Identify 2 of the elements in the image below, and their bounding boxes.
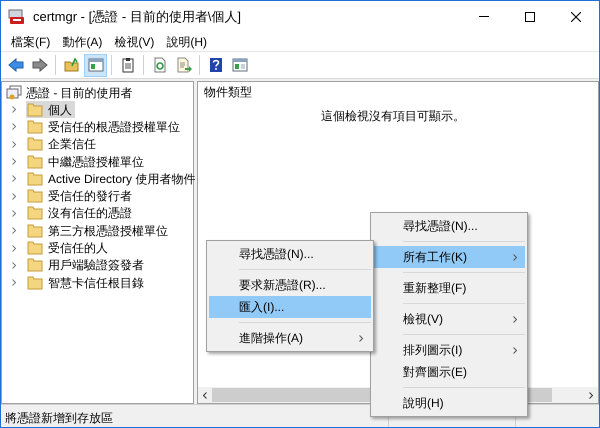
empty-message: 這個檢視沒有項目可顯示。 [321,108,465,125]
window-title: certmgr - [憑證 - 目前的使用者\個人] [33,8,241,26]
